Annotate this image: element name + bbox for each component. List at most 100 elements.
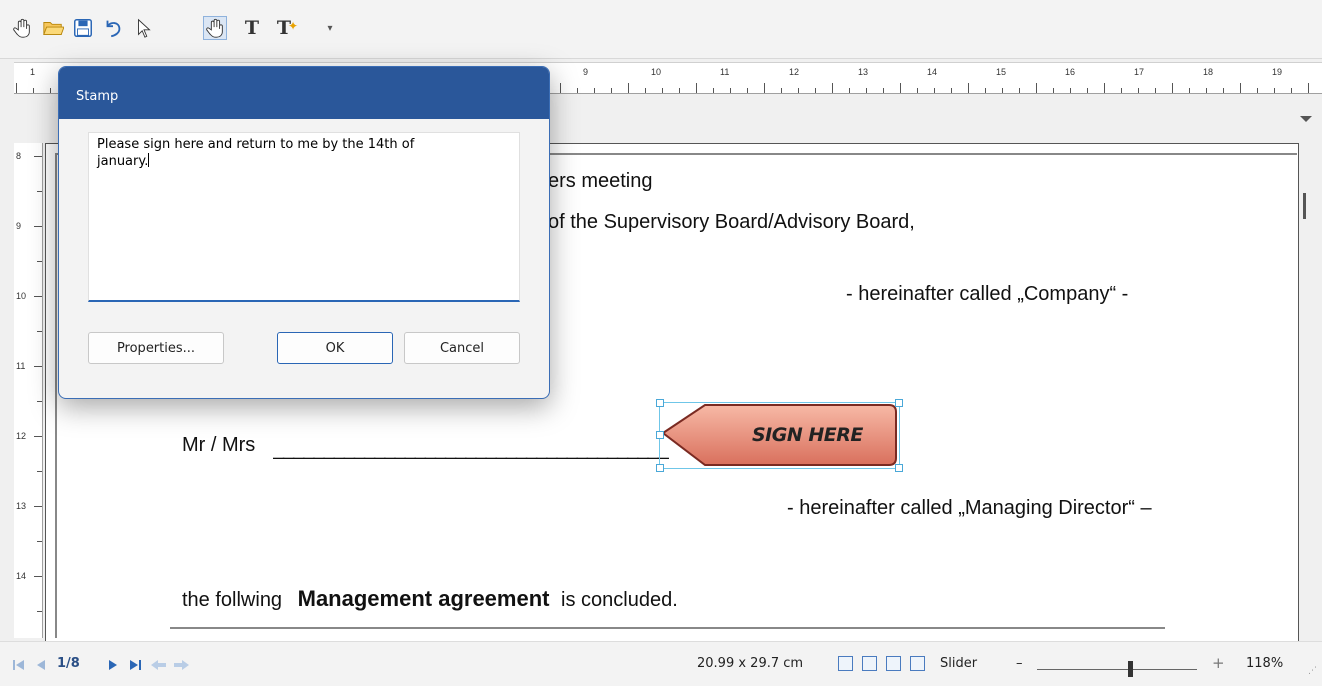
- ruler-tick: [37, 191, 42, 192]
- ruler-number: 10: [16, 291, 27, 301]
- stamp-dialog: Stamp Please sign here and return to me …: [58, 66, 550, 399]
- customize-icon[interactable]: ▾: [318, 16, 342, 40]
- ruler-tick: [37, 611, 42, 612]
- resize-handle[interactable]: [656, 399, 664, 407]
- ruler-tick: [866, 88, 867, 93]
- text-icon[interactable]: T: [240, 16, 264, 40]
- page-indicator[interactable]: 1/8: [57, 656, 80, 671]
- ruler-tick: [37, 331, 42, 332]
- ruler-tick: [1291, 88, 1292, 93]
- ruler-number: 10: [651, 67, 662, 77]
- resize-handle[interactable]: [656, 431, 664, 439]
- ruler-tick: [730, 88, 731, 93]
- ruler-number: 11: [720, 67, 730, 77]
- ruler-tick: [1019, 88, 1020, 93]
- ruler-tick: [577, 88, 578, 93]
- ruler-tick: [951, 88, 952, 93]
- resize-grip-icon[interactable]: ⋰: [1308, 666, 1317, 676]
- ruler-tick: [594, 88, 595, 93]
- ruler-tick: [560, 83, 561, 93]
- fit-width-icon[interactable]: [862, 656, 877, 671]
- doc-line-meeting: ers meeting: [548, 170, 653, 192]
- hand-icon[interactable]: [10, 16, 34, 40]
- doc-line-agreement: the follwing Management agreement is con…: [182, 586, 678, 612]
- ruler-tick: [1002, 88, 1003, 93]
- ruler-tick: [781, 88, 782, 93]
- first-page-icon[interactable]: [12, 658, 26, 672]
- ruler-number: 19: [1272, 67, 1283, 77]
- next-page-icon[interactable]: [106, 658, 120, 672]
- zoom-slider-track[interactable]: [1037, 669, 1197, 670]
- pointer-icon[interactable]: [132, 16, 156, 40]
- ruler-number: 18: [1203, 67, 1214, 77]
- resize-handle[interactable]: [656, 464, 664, 472]
- save-icon[interactable]: [71, 16, 95, 40]
- ruler-tick: [34, 576, 42, 577]
- vertical-scrollbar-thumb[interactable]: [1303, 193, 1306, 219]
- note-text: Please sign here and return to me by the…: [97, 137, 415, 169]
- history-back-icon[interactable]: [150, 658, 168, 672]
- ruler-tick: [713, 88, 714, 93]
- agreement-title: Management agreement: [297, 586, 550, 611]
- text-glyph: T: [244, 17, 260, 39]
- ruler-tick: [34, 226, 42, 227]
- ruler-number: 14: [927, 67, 938, 77]
- actual-size-icon[interactable]: [838, 656, 853, 671]
- ruler-number: 9: [16, 221, 22, 231]
- toolbar: T T ✦ ▾: [0, 0, 1322, 59]
- two-page-icon[interactable]: [910, 656, 925, 671]
- ruler-tick: [1274, 88, 1275, 93]
- ruler-tick: [1104, 83, 1105, 93]
- ruler-tick: [1308, 83, 1309, 93]
- agreement-post: is concluded.: [561, 589, 678, 611]
- history-forward-icon[interactable]: [172, 658, 190, 672]
- open-folder-icon[interactable]: [41, 16, 65, 40]
- ruler-tick: [696, 83, 697, 93]
- ruler-tick: [34, 436, 42, 437]
- chevron-down-icon[interactable]: [1300, 116, 1312, 122]
- ruler-tick: [1223, 88, 1224, 93]
- ruler-tick: [34, 156, 42, 157]
- pan-hand-icon[interactable]: [203, 16, 227, 40]
- ruler-tick: [1257, 88, 1258, 93]
- ruler-tick: [747, 88, 748, 93]
- undo-icon[interactable]: [101, 16, 125, 40]
- doc-line-mr-mrs: Mr / Mrs: [182, 434, 256, 456]
- ruler-number: 14: [16, 571, 27, 581]
- ruler-tick: [628, 83, 629, 93]
- dialog-title-bar[interactable]: Stamp: [59, 67, 549, 119]
- ruler-tick: [1155, 88, 1156, 93]
- dialog-title: Stamp: [76, 89, 119, 104]
- zoom-slider-thumb[interactable]: [1128, 661, 1133, 677]
- fit-page-icon[interactable]: [886, 656, 901, 671]
- ruler-number: 13: [16, 501, 27, 511]
- zoom-mode[interactable]: Slider: [940, 656, 977, 671]
- ruler-number: 9: [583, 67, 589, 77]
- ruler-tick: [968, 83, 969, 93]
- ruler-tick: [1189, 88, 1190, 93]
- resize-handle[interactable]: [895, 399, 903, 407]
- previous-page-icon[interactable]: [34, 658, 48, 672]
- ruler-number: 15: [996, 67, 1007, 77]
- zoom-in-button[interactable]: +: [1212, 654, 1225, 672]
- ruler-tick: [37, 471, 42, 472]
- ruler-tick: [900, 83, 901, 93]
- ruler-number: 11: [16, 361, 26, 371]
- ok-button[interactable]: OK: [277, 332, 393, 364]
- properties-button[interactable]: Properties...: [88, 332, 224, 364]
- text-caret: [148, 153, 150, 167]
- cancel-button[interactable]: Cancel: [404, 332, 520, 364]
- stamp-note-textarea[interactable]: Please sign here and return to me by the…: [88, 132, 520, 302]
- ruler-tick: [679, 88, 680, 93]
- zoom-out-button[interactable]: –: [1016, 656, 1023, 671]
- ruler-number: 17: [1134, 67, 1145, 77]
- ruler-tick: [611, 88, 612, 93]
- ruler-tick: [34, 506, 42, 507]
- resize-handle[interactable]: [895, 464, 903, 472]
- ruler-number: 16: [1065, 67, 1076, 77]
- ruler-tick: [662, 88, 663, 93]
- text-add-icon[interactable]: T ✦: [272, 16, 298, 40]
- ruler-tick: [1070, 88, 1071, 93]
- vertical-ruler: 8 9 10 11 12 13 14: [14, 143, 43, 638]
- last-page-icon[interactable]: [128, 658, 142, 672]
